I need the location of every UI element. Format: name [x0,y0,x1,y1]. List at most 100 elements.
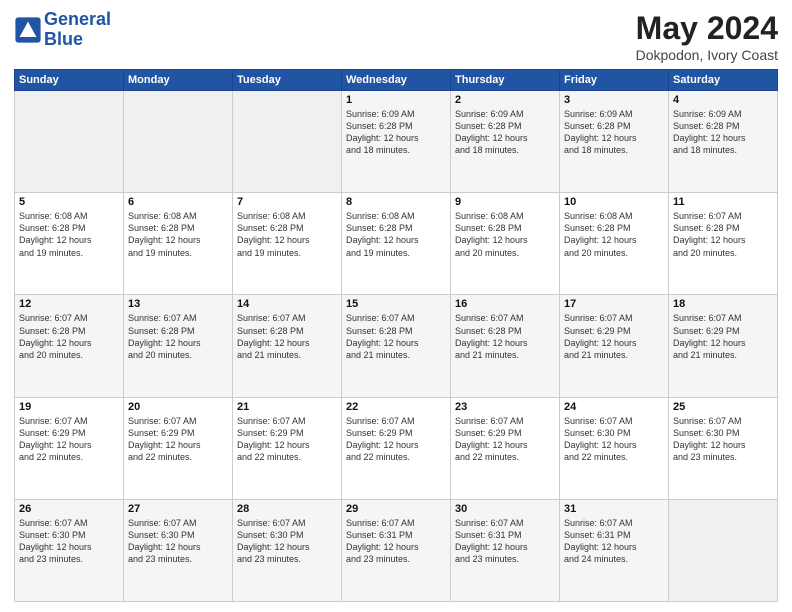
day-number: 13 [128,298,228,310]
calendar-cell: 20 Sunrise: 6:07 AM Sunset: 6:29 PM Dayli… [124,397,233,499]
day-info: Sunrise: 6:09 AM Sunset: 6:28 PM Dayligh… [455,108,555,157]
calendar-cell: 30 Sunrise: 6:07 AM Sunset: 6:31 PM Dayli… [451,499,560,601]
calendar-cell: 28Sunrise: 6:07 AM Sunset: 6:30 PM Dayli… [233,499,342,601]
day-number: 17 [564,298,664,310]
calendar-week-row: 1 Sunrise: 6:09 AM Sunset: 6:28 PM Daylig… [15,91,778,193]
calendar-cell: 31 Sunrise: 6:07 AM Sunset: 6:31 PM Dayli… [560,499,669,601]
calendar-cell: 1 Sunrise: 6:09 AM Sunset: 6:28 PM Daylig… [342,91,451,193]
day-info: Sunrise: 6:07 AM Sunset: 6:28 PM Dayligh… [346,312,446,361]
weekday-header: Wednesday [342,70,451,91]
day-info: Sunrise: 6:09 AM Sunset: 6:28 PM Dayligh… [346,108,446,157]
calendar-cell: 29Sunrise: 6:07 AM Sunset: 6:31 PM Dayli… [342,499,451,601]
calendar-cell: 2 Sunrise: 6:09 AM Sunset: 6:28 PM Daylig… [451,91,560,193]
day-info: Sunrise: 6:08 AM Sunset: 6:28 PM Dayligh… [128,210,228,259]
weekday-header: Friday [560,70,669,91]
day-number: 20 [128,401,228,413]
weekday-header-row: SundayMondayTuesdayWednesdayThursdayFrid… [15,70,778,91]
day-info: Sunrise: 6:07 AM Sunset: 6:29 PM Dayligh… [673,312,773,361]
calendar-cell: 13 Sunrise: 6:07 AM Sunset: 6:28 PM Dayli… [124,295,233,397]
calendar-cell: 17 Sunrise: 6:07 AM Sunset: 6:29 PM Dayli… [560,295,669,397]
calendar-week-row: 12 Sunrise: 6:07 AM Sunset: 6:28 PM Dayli… [15,295,778,397]
day-number: 12 [19,298,119,310]
day-info: Sunrise: 6:07 AM Sunset: 6:29 PM Dayligh… [237,415,337,464]
day-info: Sunrise: 6:07 AM Sunset: 6:30 PM Dayligh… [128,517,228,566]
calendar-cell: 27 Sunrise: 6:07 AM Sunset: 6:30 PM Dayli… [124,499,233,601]
day-number: 8 [346,196,446,208]
day-number: 15 [346,298,446,310]
day-number: 11 [673,196,773,208]
calendar-cell: 6Sunrise: 6:08 AM Sunset: 6:28 PM Daylig… [124,193,233,295]
day-number: 25 [673,401,773,413]
day-number: 24 [564,401,664,413]
logo-line1: General [44,10,111,30]
calendar-cell: 10 Sunrise: 6:08 AM Sunset: 6:28 PM Dayli… [560,193,669,295]
calendar-cell: 19Sunrise: 6:07 AM Sunset: 6:29 PM Dayli… [15,397,124,499]
day-info: Sunrise: 6:07 AM Sunset: 6:28 PM Dayligh… [237,312,337,361]
day-info: Sunrise: 6:07 AM Sunset: 6:29 PM Dayligh… [564,312,664,361]
day-info: Sunrise: 6:08 AM Sunset: 6:28 PM Dayligh… [19,210,119,259]
day-number: 30 [455,503,555,515]
day-info: Sunrise: 6:07 AM Sunset: 6:29 PM Dayligh… [128,415,228,464]
calendar-cell: 12Sunrise: 6:07 AM Sunset: 6:28 PM Dayli… [15,295,124,397]
calendar-cell: 7Sunrise: 6:08 AM Sunset: 6:28 PM Daylig… [233,193,342,295]
day-info: Sunrise: 6:08 AM Sunset: 6:28 PM Dayligh… [455,210,555,259]
day-number: 9 [455,196,555,208]
day-number: 22 [346,401,446,413]
location: Dokpodon, Ivory Coast [636,47,778,63]
day-info: Sunrise: 6:07 AM Sunset: 6:30 PM Dayligh… [564,415,664,464]
logo: General Blue [14,10,111,50]
calendar-cell: 8 Sunrise: 6:08 AM Sunset: 6:28 PM Daylig… [342,193,451,295]
day-info: Sunrise: 6:07 AM Sunset: 6:29 PM Dayligh… [346,415,446,464]
calendar-cell: 14Sunrise: 6:07 AM Sunset: 6:28 PM Dayli… [233,295,342,397]
day-number: 21 [237,401,337,413]
day-info: Sunrise: 6:07 AM Sunset: 6:28 PM Dayligh… [455,312,555,361]
weekday-header: Saturday [669,70,778,91]
calendar-week-row: 19 Sunrise: 6:07 AM Sunset: 6:29 PM Dayli… [15,397,778,499]
calendar: SundayMondayTuesdayWednesdayThursdayFrid… [14,69,778,602]
day-number: 18 [673,298,773,310]
weekday-header: Thursday [451,70,560,91]
weekday-header: Sunday [15,70,124,91]
title-block: May 2024 Dokpodon, Ivory Coast [636,10,778,63]
calendar-week-row: 5 Sunrise: 6:08 AM Sunset: 6:28 PM Daylig… [15,193,778,295]
calendar-week-row: 26 Sunrise: 6:07 AM Sunset: 6:30 PM Dayli… [15,499,778,601]
day-info: Sunrise: 6:07 AM Sunset: 6:31 PM Dayligh… [455,517,555,566]
weekday-header: Monday [124,70,233,91]
calendar-cell [124,91,233,193]
day-info: Sunrise: 6:09 AM Sunset: 6:28 PM Dayligh… [564,108,664,157]
weekday-header: Tuesday [233,70,342,91]
calendar-cell: 22 Sunrise: 6:07 AM Sunset: 6:29 PM Dayli… [342,397,451,499]
day-number: 27 [128,503,228,515]
calendar-cell: 9 Sunrise: 6:08 AM Sunset: 6:28 PM Daylig… [451,193,560,295]
logo-text: General Blue [44,10,111,50]
day-number: 2 [455,94,555,106]
day-number: 10 [564,196,664,208]
day-info: Sunrise: 6:07 AM Sunset: 6:28 PM Dayligh… [128,312,228,361]
day-number: 3 [564,94,664,106]
day-info: Sunrise: 6:09 AM Sunset: 6:28 PM Dayligh… [673,108,773,157]
day-number: 26 [19,503,119,515]
logo-line2: Blue [44,30,111,50]
day-info: Sunrise: 6:07 AM Sunset: 6:31 PM Dayligh… [564,517,664,566]
day-info: Sunrise: 6:08 AM Sunset: 6:28 PM Dayligh… [346,210,446,259]
calendar-cell: 3 Sunrise: 6:09 AM Sunset: 6:28 PM Daylig… [560,91,669,193]
calendar-cell: 23 Sunrise: 6:07 AM Sunset: 6:29 PM Dayli… [451,397,560,499]
calendar-cell [15,91,124,193]
day-info: Sunrise: 6:07 AM Sunset: 6:28 PM Dayligh… [673,210,773,259]
day-info: Sunrise: 6:08 AM Sunset: 6:28 PM Dayligh… [564,210,664,259]
calendar-cell [669,499,778,601]
day-number: 19 [19,401,119,413]
calendar-cell [233,91,342,193]
day-number: 23 [455,401,555,413]
calendar-cell: 15 Sunrise: 6:07 AM Sunset: 6:28 PM Dayli… [342,295,451,397]
day-number: 1 [346,94,446,106]
day-number: 28 [237,503,337,515]
day-info: Sunrise: 6:07 AM Sunset: 6:29 PM Dayligh… [455,415,555,464]
day-number: 5 [19,196,119,208]
logo-icon [14,16,42,44]
page: General Blue May 2024 Dokpodon, Ivory Co… [0,0,792,612]
header: General Blue May 2024 Dokpodon, Ivory Co… [14,10,778,63]
day-number: 31 [564,503,664,515]
calendar-cell: 5 Sunrise: 6:08 AM Sunset: 6:28 PM Daylig… [15,193,124,295]
day-info: Sunrise: 6:07 AM Sunset: 6:31 PM Dayligh… [346,517,446,566]
